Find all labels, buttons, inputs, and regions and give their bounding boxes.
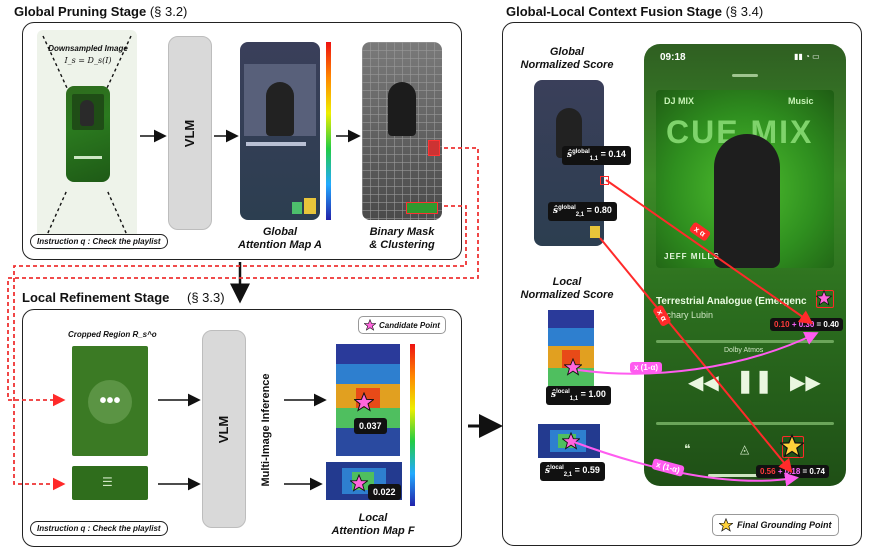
crop-dashed-connectors: [7, 147, 479, 491]
final-legend-text: Final Grounding Point: [737, 520, 832, 530]
flow-arrows: [140, 129, 503, 491]
red-alpha-arrows: [599, 179, 814, 474]
one-minus-alpha-label-1: x (1-α): [630, 362, 663, 373]
fusion-arrows: [7, 129, 819, 491]
final-grounding-legend: Final Grounding Point: [712, 514, 839, 536]
pink-one-minus-alpha-arrows: [573, 332, 819, 487]
final-legend-star-icon: [719, 518, 733, 532]
